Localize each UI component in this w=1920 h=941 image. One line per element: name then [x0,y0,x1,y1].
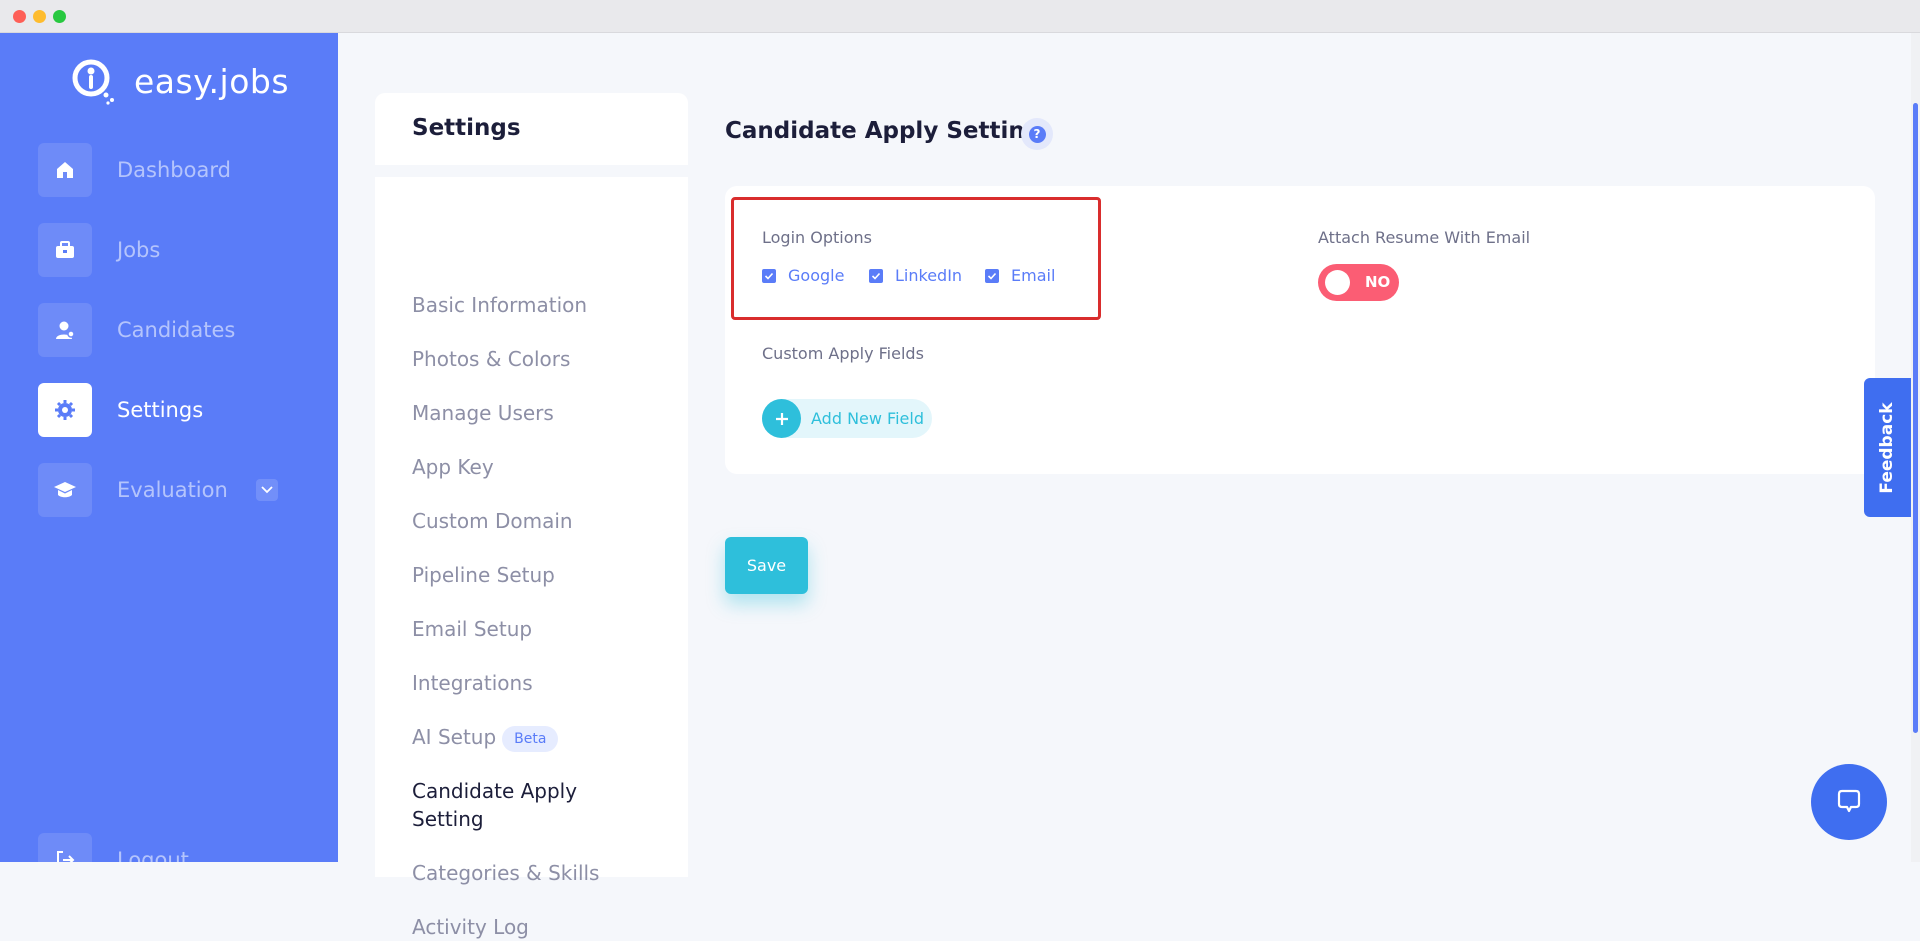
save-button[interactable]: Save [725,537,808,594]
settings-item-email-setup[interactable]: Email Setup [412,615,532,643]
help-button[interactable]: ? [1021,118,1053,150]
chat-support-button[interactable] [1811,764,1887,840]
minimize-window-button[interactable] [33,10,46,23]
page-scrollbar[interactable] [1911,33,1920,862]
chat-bubble-icon [1837,789,1861,813]
sidebar-item-jobs[interactable]: Jobs [38,223,308,277]
settings-item-custom-domain[interactable]: Custom Domain [412,507,573,535]
sidebar-item-settings[interactable]: Settings [38,383,308,437]
checkbox-checked-icon[interactable] [985,268,999,283]
beta-badge: Beta [502,725,559,752]
window-titlebar [0,0,1920,33]
toggle-state-text: NO [1365,273,1391,291]
sidebar: easy.jobs Dashboard Jobs Candidates Sett… [0,33,338,862]
login-option-label: LinkedIn [895,266,963,285]
settings-item-basic-information[interactable]: Basic Information [412,291,587,319]
settings-menu: Settings Basic Information Photos & Colo… [375,93,688,939]
settings-item-label: AI Setup [412,725,497,749]
settings-menu-header: Settings [375,93,688,165]
login-option-linkedin[interactable]: LinkedIn [869,266,962,285]
settings-item-ai-setup[interactable]: AI Setup Beta [412,723,559,752]
gear-icon [38,383,92,437]
add-new-field-button[interactable]: Add New Field [762,399,932,438]
settings-item-integrations[interactable]: Integrations [412,669,533,697]
custom-apply-fields-label: Custom Apply Fields [762,344,924,363]
attach-resume-label: Attach Resume With Email [1318,228,1531,247]
settings-item-pipeline-setup[interactable]: Pipeline Setup [412,561,555,589]
sidebar-item-evaluation[interactable]: Evaluation [38,463,308,517]
settings-item-categories-skills[interactable]: Categories & Skills [412,859,599,887]
login-option-label: Email [1011,266,1056,285]
page-title: Candidate Apply Setting [725,118,1042,144]
sidebar-item-dashboard[interactable]: Dashboard [38,143,308,197]
login-option-label: Google [788,266,845,285]
login-options-label: Login Options [762,228,872,247]
sidebar-item-label: Settings [117,398,204,422]
question-icon: ? [1028,125,1046,143]
logout-icon [38,833,92,862]
checkbox-checked-icon[interactable] [762,268,776,283]
sidebar-item-label: Evaluation [117,478,228,502]
user-icon [38,303,92,357]
feedback-tab[interactable]: Feedback [1864,378,1911,517]
app-logo[interactable]: easy.jobs [66,51,289,111]
settings-menu-title: Settings [412,115,521,141]
add-new-field-label: Add New Field [811,409,924,428]
briefcase-icon [38,223,92,277]
login-option-google[interactable]: Google [762,266,844,285]
sidebar-item-label: Logout [117,848,189,862]
sidebar-item-label: Candidates [117,318,236,342]
home-icon [38,143,92,197]
app-name: easy.jobs [134,61,290,101]
checkbox-checked-icon[interactable] [869,268,883,283]
settings-item-manage-users[interactable]: Manage Users [412,399,554,427]
scrollbar-thumb[interactable] [1913,103,1918,733]
maximize-window-button[interactable] [53,10,66,23]
sidebar-item-candidates[interactable]: Candidates [38,303,308,357]
sidebar-item-logout[interactable]: Logout [38,833,308,862]
settings-item-candidate-apply-setting[interactable]: Candidate Apply Setting [412,777,642,833]
settings-item-photos-colors[interactable]: Photos & Colors [412,345,570,373]
plus-icon [762,399,801,438]
settings-item-activity-log[interactable]: Activity Log [412,913,529,941]
settings-menu-list: Basic Information Photos & Colors Manage… [375,177,688,939]
settings-item-app-key[interactable]: App Key [412,453,494,481]
graduation-cap-icon [38,463,92,517]
login-option-email[interactable]: Email [985,266,1055,285]
attach-resume-toggle[interactable]: NO [1318,264,1399,301]
close-window-button[interactable] [13,10,26,23]
feedback-label: Feedback [1877,402,1897,494]
toggle-knob [1325,270,1350,295]
easy-jobs-logo-icon [66,51,126,111]
chevron-down-icon[interactable] [256,479,278,501]
sidebar-item-label: Dashboard [117,158,231,182]
sidebar-item-label: Jobs [117,238,161,262]
login-options-highlight [731,197,1101,320]
